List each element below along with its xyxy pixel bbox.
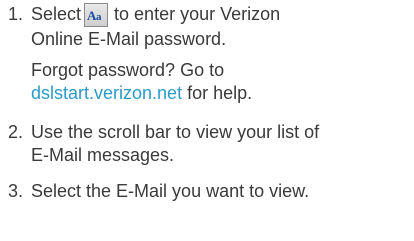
step-text: Select A a to enter your Verizon Online … bbox=[31, 3, 280, 51]
step-2: 2. Use the scroll bar to view your list … bbox=[8, 121, 408, 169]
note-suffix: for help. bbox=[187, 83, 253, 103]
step-line: Select A a to enter your Verizon bbox=[31, 3, 280, 28]
step-line: Online E-Mail password. bbox=[31, 29, 227, 49]
note-line: Forgot password? Go to bbox=[31, 60, 225, 80]
step-number: 2. bbox=[8, 122, 24, 142]
step-text-part: to enter your Verizon bbox=[114, 4, 281, 24]
svg-text:a: a bbox=[96, 11, 102, 23]
forgot-password-note: Forgot password? Go to dslstart.verizon.… bbox=[8, 59, 408, 107]
step-line: Use the scroll bar to view your list of bbox=[31, 122, 320, 142]
step-1: 1. Select A a to enter your Verizon Onli… bbox=[8, 3, 408, 51]
step-line: E-Mail messages. bbox=[31, 145, 175, 165]
step-number: 3. bbox=[8, 181, 24, 201]
step-text: Use the scroll bar to view your list of … bbox=[31, 121, 319, 167]
step-text: Select the E-Mail you want to view. bbox=[31, 180, 309, 203]
step-text-part: Select bbox=[31, 4, 82, 24]
dslstart-link[interactable]: dslstart.verizon.net bbox=[31, 83, 182, 103]
note-line-2: dslstart.verizon.net for help. bbox=[31, 82, 252, 105]
text-input-icon[interactable]: A a bbox=[84, 3, 109, 27]
step-line: Select the E-Mail you want to view. bbox=[31, 181, 310, 201]
step-3: 3. Select the E-Mail you want to view. bbox=[8, 180, 408, 204]
note-text: Forgot password? Go to dslstart.verizon.… bbox=[31, 59, 252, 105]
step-number: 1. bbox=[8, 4, 24, 24]
